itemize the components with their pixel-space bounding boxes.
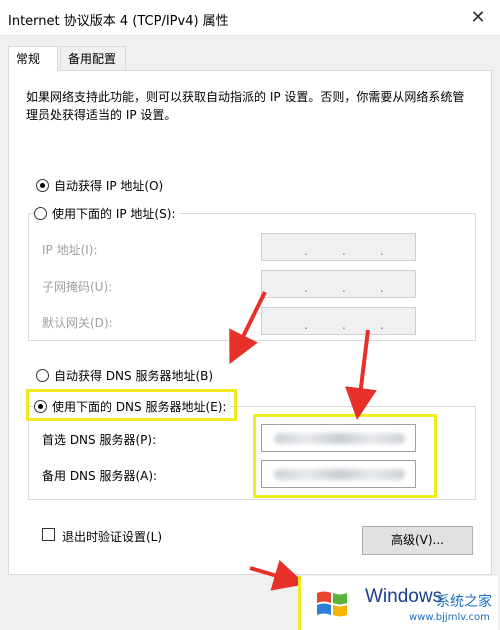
arrow-to-dns-radio [229, 291, 267, 365]
watermark-brand: Windows [365, 586, 443, 607]
tab-general[interactable]: 常规 [8, 46, 58, 72]
watermark-sub: 系统之家 [436, 594, 492, 610]
watermark-url: www.bjjmlv.com [409, 612, 490, 623]
arrow-to-dns-fields [345, 329, 377, 420]
arrow-to-ok [249, 559, 306, 591]
watermark-logo: Windows 系统之家 www.bjjmlv.com [298, 576, 498, 630]
annotation-arrows [229, 291, 377, 591]
windows-logo-icon [317, 591, 347, 617]
